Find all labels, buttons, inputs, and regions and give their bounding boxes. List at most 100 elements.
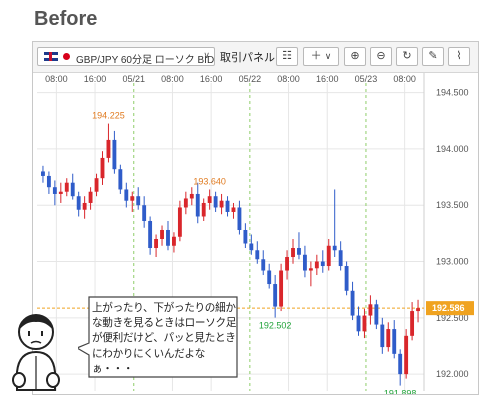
candle-up [326, 245, 331, 267]
candle-down [374, 304, 379, 325]
candle-up [58, 191, 63, 194]
price-annotation-high: 194.225 [92, 111, 125, 121]
candle-up [201, 202, 206, 217]
candle-down [76, 196, 81, 210]
candle-up [82, 202, 87, 210]
candle-up [368, 304, 373, 316]
plus-icon: ＋ [310, 50, 322, 62]
candle-down [166, 229, 170, 246]
candle-down [356, 315, 361, 332]
candle-down [136, 196, 141, 206]
candle-up [106, 139, 111, 158]
candle-down [255, 250, 260, 260]
candle-up [130, 196, 135, 201]
candle-up [404, 335, 409, 375]
chart-toolbar: GBP/JPY 60分足 ローソク BID ∨ 取引パネル ☷ ＋ ∨ ⊕ ⊖ … [33, 42, 478, 73]
indicator-icon[interactable]: ☷ [276, 47, 298, 66]
candle-down [344, 266, 349, 291]
candle-down [41, 171, 45, 176]
candle-down [380, 324, 385, 348]
candle-down [332, 245, 337, 251]
chevron-down-icon: ∨ [203, 50, 210, 60]
refresh-icon[interactable]: ↻ [396, 47, 418, 66]
candle-up [285, 257, 289, 271]
symbol-select[interactable]: GBP/JPY 60分足 ローソク BID ∨ [37, 47, 215, 66]
speech-text: 上がったり、下がったりの細かな動きを見るときはローソク足が便利だけど、パッと見た… [92, 302, 237, 375]
x-tick-label: 08:00 [277, 74, 300, 84]
candle-down [118, 169, 123, 190]
candle-down [302, 254, 307, 271]
x-tick-label: 08:00 [393, 74, 416, 84]
candle-up [94, 178, 99, 192]
candle-up [183, 198, 188, 208]
character-illustration [12, 314, 60, 391]
candle-up [279, 270, 284, 307]
page-heading: Before [34, 8, 98, 30]
trade-panel-button[interactable]: 取引パネル [220, 49, 275, 65]
candle-up [189, 193, 194, 199]
pencil-icon[interactable]: ✎ [422, 47, 444, 66]
price-annotation-low: 192.502 [259, 321, 292, 331]
candle-down [398, 353, 403, 375]
candle-down [297, 248, 301, 255]
candle-up [172, 236, 176, 246]
candle-up [207, 196, 212, 203]
candle-up [100, 157, 105, 179]
chevron-down-icon: ∨ [324, 51, 332, 61]
x-tick-label: 05/21 [122, 74, 145, 84]
y-tick-label: 194.500 [436, 88, 469, 98]
flag-jp-icon [63, 53, 70, 60]
candle-down [267, 270, 272, 285]
y-tick-label: 193.000 [436, 257, 469, 267]
flag-uk-icon [44, 52, 58, 61]
current-price-label: 192.586 [432, 303, 465, 313]
candle-up [219, 200, 224, 208]
candle-down [70, 182, 75, 197]
x-tick-label: 08:00 [45, 74, 68, 84]
candle-down [338, 250, 343, 267]
candle-up [308, 268, 313, 271]
price-annotation-low: 191.898 [384, 389, 417, 394]
candle-down [195, 193, 200, 217]
x-tick-label: 05/23 [355, 74, 378, 84]
x-tick-label: 16:00 [200, 74, 223, 84]
candle-up [177, 207, 182, 237]
candle-down [350, 290, 355, 316]
x-tick-label: 16:00 [84, 74, 107, 84]
candle-up [64, 182, 69, 192]
candle-down [273, 284, 278, 307]
candle-up [231, 207, 236, 212]
x-tick-label: 08:00 [161, 74, 184, 84]
candle-down [249, 243, 254, 251]
x-tick-label: 16:00 [316, 74, 339, 84]
draw-tool-icon[interactable]: ⌇ [448, 47, 470, 66]
candle-up [160, 229, 164, 239]
candle-down [148, 220, 153, 249]
candle-down [225, 200, 230, 212]
zoom-in-icon[interactable]: ⊕ [344, 47, 366, 66]
candle-up [410, 311, 415, 336]
candle-down [142, 205, 147, 221]
candle-down [112, 139, 117, 170]
candle-down [52, 187, 57, 194]
candle-down [261, 259, 266, 271]
x-tick-label: 05/22 [239, 74, 262, 84]
candle-down [213, 196, 218, 208]
candle-up [154, 239, 159, 249]
price-annotation-high: 193.640 [193, 176, 226, 186]
candle-down [237, 207, 242, 230]
zoom-out-icon[interactable]: ⊖ [370, 47, 392, 66]
candle-down [392, 329, 397, 354]
y-tick-label: 194.000 [436, 144, 469, 154]
candle-down [124, 189, 129, 201]
candle-down [46, 175, 51, 188]
candle-up [362, 315, 367, 332]
candle-down [320, 261, 325, 267]
candle-up [88, 191, 93, 203]
y-tick-label: 193.500 [436, 200, 469, 210]
symbol-label: GBP/JPY 60分足 ローソク BID [76, 55, 215, 66]
add-dropdown-button[interactable]: ＋ ∨ [303, 47, 339, 66]
candle-up [291, 248, 295, 258]
candle-up [386, 329, 391, 348]
candle-up [314, 261, 319, 269]
